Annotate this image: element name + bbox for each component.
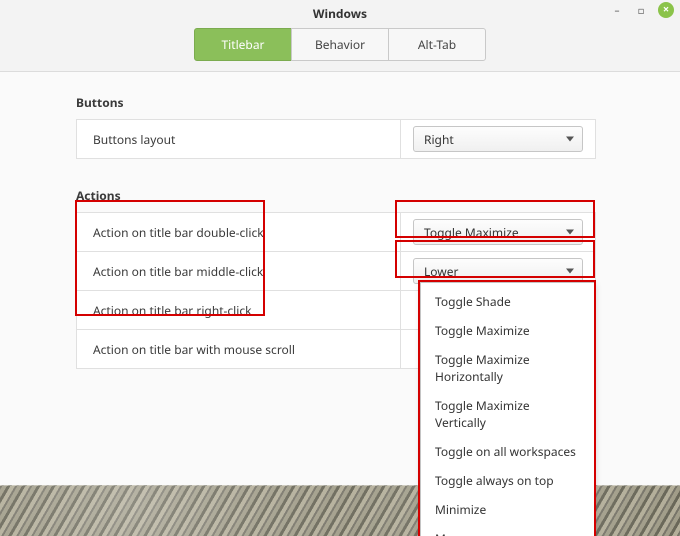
combo-action-middle-click-value: Lower bbox=[424, 263, 458, 280]
dropdown-action-right-click[interactable]: Toggle Shade Toggle Maximize Toggle Maxi… bbox=[420, 282, 596, 536]
row-action-double-click: Action on title bar double-click Toggle … bbox=[77, 213, 596, 252]
option-minimize[interactable]: Minimize bbox=[421, 495, 595, 524]
minimize-button[interactable]: – bbox=[610, 3, 624, 17]
option-toggle-all-workspaces[interactable]: Toggle on all workspaces bbox=[421, 437, 595, 466]
combo-action-double-click-value: Toggle Maximize bbox=[424, 224, 519, 241]
label-action-mouse-scroll: Action on title bar with mouse scroll bbox=[77, 330, 401, 369]
tab-alt-tab[interactable]: Alt-Tab bbox=[388, 28, 486, 61]
combo-buttons-layout[interactable]: Right bbox=[413, 126, 583, 152]
option-toggle-maximize[interactable]: Toggle Maximize bbox=[421, 316, 595, 345]
chevron-down-icon bbox=[566, 230, 574, 235]
chevron-down-icon bbox=[566, 269, 574, 274]
option-toggle-maximize-v[interactable]: Toggle Maximize Vertically bbox=[421, 391, 595, 437]
chevron-down-icon bbox=[566, 137, 574, 142]
window-titlebar: Windows – ▫ × bbox=[0, 0, 680, 22]
label-action-double-click: Action on title bar double-click bbox=[77, 213, 401, 252]
option-toggle-shade[interactable]: Toggle Shade bbox=[421, 287, 595, 316]
tab-behavior[interactable]: Behavior bbox=[291, 28, 389, 61]
buttons-table: Buttons layout Right bbox=[76, 119, 596, 159]
tab-bar: Titlebar Behavior Alt-Tab bbox=[0, 22, 680, 72]
option-toggle-always-on-top[interactable]: Toggle always on top bbox=[421, 466, 595, 495]
window-title: Windows bbox=[313, 5, 367, 22]
row-buttons-layout: Buttons layout Right bbox=[77, 120, 596, 159]
option-toggle-maximize-h[interactable]: Toggle Maximize Horizontally bbox=[421, 345, 595, 391]
maximize-button[interactable]: ▫ bbox=[634, 3, 648, 17]
window-controls: – ▫ × bbox=[610, 2, 674, 18]
section-title-actions: Actions bbox=[76, 187, 640, 204]
close-button[interactable]: × bbox=[658, 2, 674, 18]
label-buttons-layout: Buttons layout bbox=[77, 120, 401, 159]
combo-action-double-click[interactable]: Toggle Maximize bbox=[413, 219, 583, 245]
option-menu[interactable]: Menu bbox=[421, 524, 595, 536]
label-action-right-click: Action on title bar right-click bbox=[77, 291, 401, 330]
combo-action-middle-click[interactable]: Lower bbox=[413, 258, 583, 284]
tab-titlebar[interactable]: Titlebar bbox=[194, 28, 292, 61]
section-title-buttons: Buttons bbox=[76, 94, 640, 111]
label-action-middle-click: Action on title bar middle-click bbox=[77, 252, 401, 291]
combo-buttons-layout-value: Right bbox=[424, 131, 454, 148]
settings-page: Buttons Buttons layout Right Actions Act… bbox=[0, 72, 680, 536]
